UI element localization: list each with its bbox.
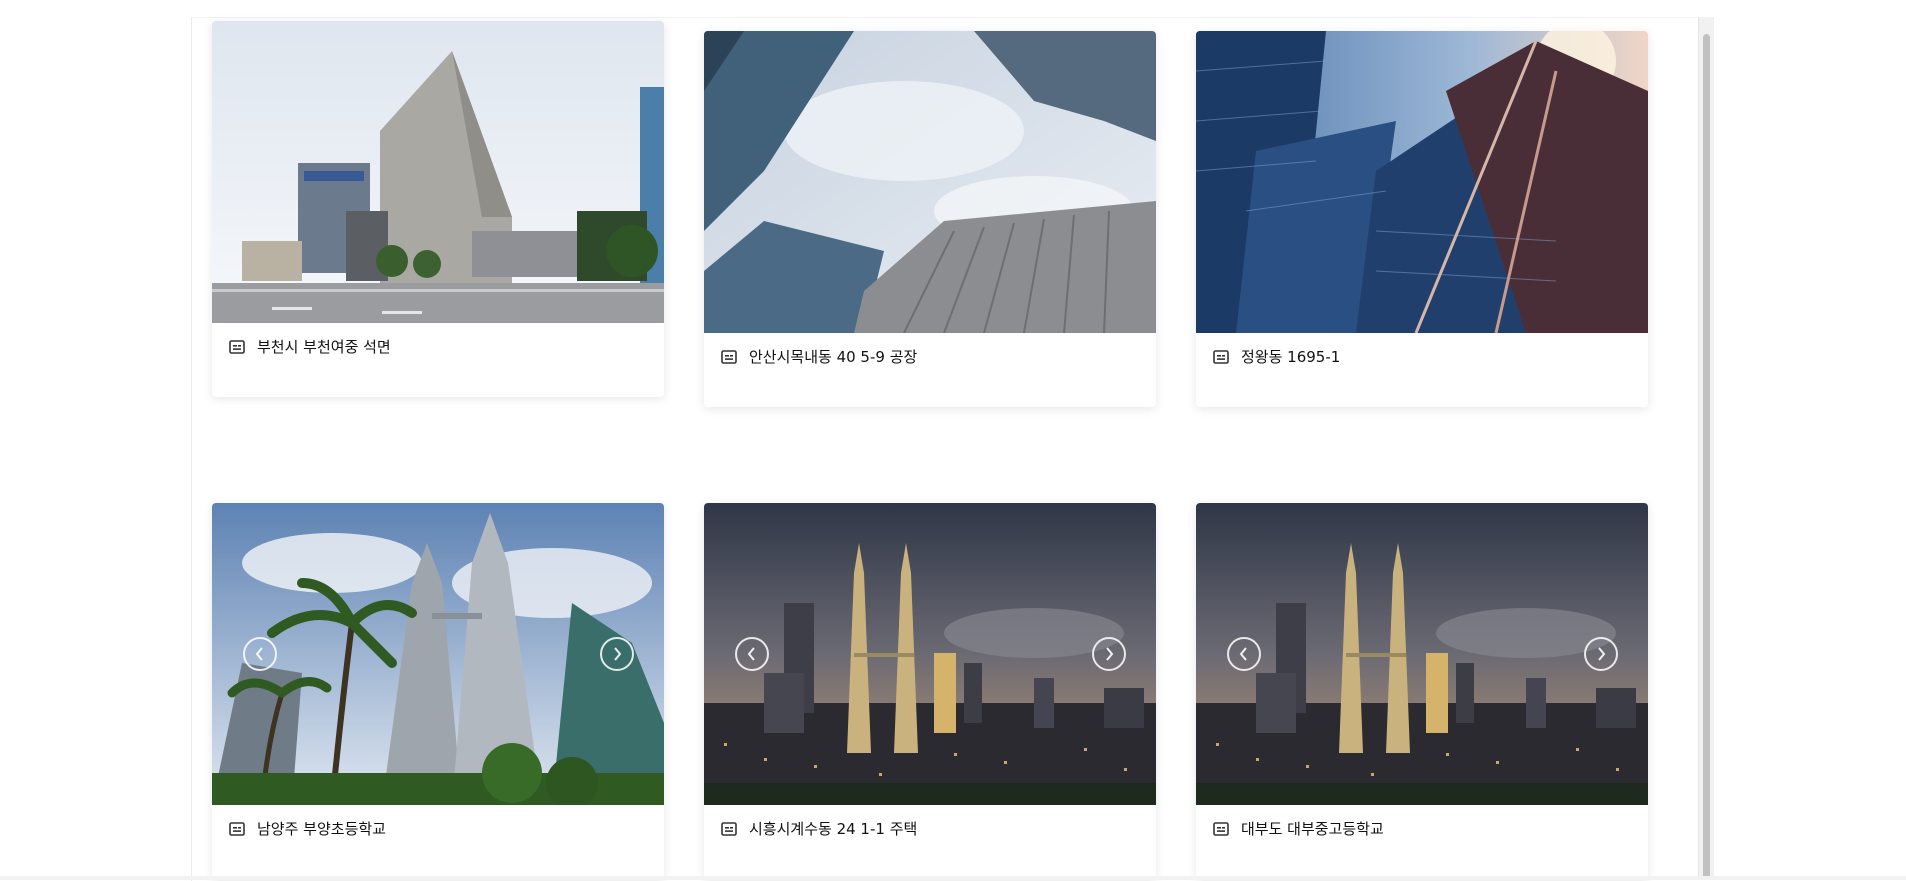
card-title: 부천시 부천여중 석면	[257, 338, 391, 356]
gallery-card-4[interactable]: 남양주 부양초등학교	[212, 503, 664, 880]
chevron-left-icon	[1239, 647, 1247, 661]
card-title: 시흥시계수동 24 1-1 주택	[749, 820, 918, 838]
carousel-next-button[interactable]	[1092, 637, 1126, 671]
card-title: 안산시목내동 40 5-9 공장	[749, 348, 918, 366]
id-card-icon	[229, 339, 245, 354]
chevron-left-icon	[255, 647, 263, 661]
card-image-skyline-dusk	[1196, 503, 1648, 805]
id-card-icon	[1213, 349, 1229, 364]
card-title: 남양주 부양초등학교	[257, 820, 386, 838]
card-caption: 부천시 부천여중 석면	[229, 336, 391, 357]
id-card-icon	[721, 821, 737, 836]
card-caption: 정왕동 1695-1	[1213, 346, 1340, 367]
card-title: 정왕동 1695-1	[1241, 348, 1341, 366]
carousel-prev-button[interactable]	[1227, 637, 1261, 671]
id-card-icon	[1213, 821, 1229, 836]
carousel-prev-button[interactable]	[243, 637, 277, 671]
gallery-card-6[interactable]: 대부도 대부중고등학교	[1196, 503, 1648, 880]
gallery-card-2[interactable]: 안산시목내동 40 5-9 공장	[704, 31, 1156, 407]
gallery-card-1[interactable]: 부천시 부천여중 석면	[212, 21, 664, 397]
chevron-right-icon	[1106, 647, 1114, 661]
gallery-card-3[interactable]: 정왕동 1695-1	[1196, 31, 1648, 407]
chevron-right-icon	[614, 647, 622, 661]
card-image-skyscrapers-up	[704, 31, 1156, 333]
card-image-glass-towers	[1196, 31, 1648, 333]
carousel-next-button[interactable]	[1584, 637, 1618, 671]
id-card-icon	[229, 821, 245, 836]
id-card-icon	[721, 349, 737, 364]
gallery-card-5[interactable]: 시흥시계수동 24 1-1 주택	[704, 503, 1156, 880]
card-caption: 남양주 부양초등학교	[229, 818, 386, 839]
card-title: 대부도 대부중고등학교	[1241, 820, 1384, 838]
carousel-prev-button[interactable]	[735, 637, 769, 671]
card-image-building-street	[212, 21, 664, 323]
card-caption: 시흥시계수동 24 1-1 주택	[721, 818, 917, 839]
chevron-right-icon	[1598, 647, 1606, 661]
chevron-left-icon	[747, 647, 755, 661]
vertical-scrollbar[interactable]	[1698, 18, 1714, 880]
card-image-petronas-palms	[212, 503, 664, 805]
card-caption: 안산시목내동 40 5-9 공장	[721, 346, 917, 367]
card-caption: 대부도 대부중고등학교	[1213, 818, 1384, 839]
card-image-skyline-dusk	[704, 503, 1156, 805]
carousel-next-button[interactable]	[600, 637, 634, 671]
scrollbar-thumb[interactable]	[1703, 34, 1710, 880]
bottom-divider	[0, 876, 1906, 880]
